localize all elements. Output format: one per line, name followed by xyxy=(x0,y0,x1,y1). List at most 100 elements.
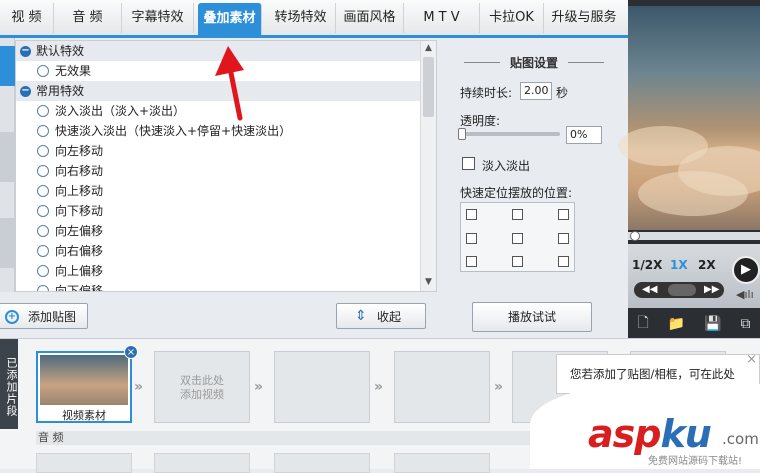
add-sticker-button[interactable]: + 添加贴图 xyxy=(0,303,88,329)
opacity-slider[interactable] xyxy=(458,128,560,140)
clip-slot[interactable] xyxy=(274,351,370,423)
effects-toolbar: + 添加贴图 ⇕ 收起 xyxy=(0,292,442,338)
radio-button[interactable] xyxy=(37,225,49,237)
preview-play-button[interactable]: 播放试试 xyxy=(472,302,592,332)
frame-nav-bar[interactable]: ◀◀ ▶▶ xyxy=(634,282,724,298)
clip-slot[interactable] xyxy=(394,351,490,423)
audio-slot[interactable] xyxy=(36,453,132,473)
save-icon[interactable]: 💾 xyxy=(704,316,721,332)
tab-subtitle-effects[interactable]: 字幕特效 xyxy=(122,2,194,33)
side-category-item[interactable] xyxy=(0,132,15,182)
effect-label: 淡入淡出（淡入+淡出） xyxy=(55,104,186,118)
volume-icon[interactable]: ◀ılı xyxy=(736,288,754,301)
side-category-strip[interactable] xyxy=(0,38,15,292)
side-category-active[interactable] xyxy=(0,46,15,86)
effect-option[interactable]: 向右偏移 xyxy=(16,241,436,261)
chevron-right-icon: » xyxy=(374,379,384,395)
tab-karaoke[interactable]: 卡拉OK xyxy=(480,2,544,33)
effect-label: 向下移动 xyxy=(55,204,104,218)
open-folder-icon[interactable]: 📁 xyxy=(668,316,685,332)
effects-scrollbar[interactable]: ▲ ▼ xyxy=(420,41,436,291)
effect-option[interactable]: 向上移动 xyxy=(16,181,436,201)
duration-label: 持续时长: xyxy=(460,86,513,100)
clip-video-material[interactable]: 视频素材 × xyxy=(36,345,138,423)
tab-mtv[interactable]: M T V xyxy=(404,2,480,33)
rewind-icon[interactable]: ◀◀ xyxy=(642,282,657,298)
play-icon[interactable]: ▶ xyxy=(732,256,760,284)
placeholder-text: 双击此处 添加视频 xyxy=(155,374,249,402)
seek-bar[interactable] xyxy=(628,231,760,241)
tab-transition-effects[interactable]: 转场特效 xyxy=(266,2,336,33)
watermark-brand-blue: ku xyxy=(660,412,711,456)
audio-slot[interactable] xyxy=(274,453,370,473)
effect-label: 快速淡入淡出（快速淡入+停留+快速淡出） xyxy=(55,124,292,138)
scroll-down-icon[interactable]: ▼ xyxy=(424,278,433,287)
radio-button[interactable] xyxy=(37,165,49,177)
position-center[interactable] xyxy=(512,233,523,244)
radio-button[interactable] xyxy=(37,145,49,157)
chevron-right-icon: » xyxy=(494,379,504,395)
scroll-up-icon[interactable]: ▲ xyxy=(424,44,433,53)
effect-option[interactable]: 向右移动 xyxy=(16,161,436,181)
placeholder-line-2: 添加视频 xyxy=(180,388,224,401)
scroll-thumb[interactable] xyxy=(423,57,434,117)
effect-option[interactable]: 快速淡入淡出（快速淡入+停留+快速淡出） xyxy=(16,121,436,141)
position-bottom-right[interactable] xyxy=(558,256,569,267)
tab-video[interactable]: 视 频 xyxy=(0,2,54,33)
speed-normal-button[interactable]: 1X xyxy=(670,258,688,272)
tab-picture-style[interactable]: 画面风格 xyxy=(336,2,404,33)
position-top-right[interactable] xyxy=(558,209,569,220)
watermark-suffix: .com xyxy=(722,430,759,448)
radio-button[interactable] xyxy=(37,65,49,77)
audio-slot[interactable] xyxy=(154,453,250,473)
new-project-icon[interactable]: 🗋 xyxy=(637,312,648,336)
group-default-effects[interactable]: − 默认特效 xyxy=(16,41,420,61)
tab-overlay-material[interactable]: 叠加素材 xyxy=(198,2,262,35)
side-category-item[interactable] xyxy=(0,218,15,268)
close-icon[interactable]: × xyxy=(746,353,757,367)
fade-checkbox[interactable] xyxy=(462,157,475,170)
effect-label: 向上偏移 xyxy=(55,264,104,278)
seek-handle[interactable] xyxy=(630,231,640,241)
radio-button[interactable] xyxy=(37,105,49,117)
group-common-effects[interactable]: − 常用特效 xyxy=(16,81,420,101)
effect-option[interactable]: 无效果 xyxy=(16,61,436,81)
duration-input[interactable]: 2.00 xyxy=(520,82,552,100)
collapse-button[interactable]: ⇕ 收起 xyxy=(336,303,426,329)
effect-option[interactable]: 淡入淡出（淡入+淡出） xyxy=(16,101,436,121)
speed-half-button[interactable]: 1/2X xyxy=(632,258,662,272)
opacity-slider-handle[interactable] xyxy=(458,128,466,140)
effect-option[interactable]: 向下偏移 xyxy=(16,281,436,291)
position-middle-right[interactable] xyxy=(558,233,569,244)
effect-option[interactable]: 向下移动 xyxy=(16,201,436,221)
tab-upgrade-service[interactable]: 升级与服务 xyxy=(544,3,624,33)
audio-slot[interactable] xyxy=(394,453,490,473)
chevron-right-icon: » xyxy=(134,379,144,395)
effect-option[interactable]: 向上偏移 xyxy=(16,261,436,281)
tab-audio[interactable]: 音 频 xyxy=(54,2,122,33)
player-toolbar: 🗋 📁 💾 ⧉ xyxy=(628,310,760,338)
radio-button[interactable] xyxy=(37,285,49,291)
clip-placeholder[interactable]: 双击此处 添加视频 xyxy=(154,351,250,423)
radio-button[interactable] xyxy=(37,125,49,137)
position-top-left[interactable] xyxy=(466,209,477,220)
position-middle-left[interactable] xyxy=(466,233,477,244)
jog-wheel[interactable] xyxy=(668,284,696,296)
radio-button[interactable] xyxy=(37,185,49,197)
effect-option[interactable]: 向左移动 xyxy=(16,141,436,161)
position-bottom-left[interactable] xyxy=(466,256,477,267)
remove-clip-icon[interactable]: × xyxy=(124,345,138,359)
position-top-center[interactable] xyxy=(512,209,523,220)
fade-label: 淡入淡出 xyxy=(482,159,531,173)
crop-icon[interactable]: ⧉ xyxy=(740,316,750,332)
collapse-icon[interactable]: − xyxy=(20,45,31,57)
opacity-input[interactable]: 0% xyxy=(566,126,602,144)
radio-button[interactable] xyxy=(37,265,49,277)
radio-button[interactable] xyxy=(37,245,49,257)
radio-button[interactable] xyxy=(37,205,49,217)
collapse-icon[interactable]: − xyxy=(20,85,31,97)
speed-double-button[interactable]: 2X xyxy=(698,258,716,272)
effect-option[interactable]: 向左偏移 xyxy=(16,221,436,241)
forward-icon[interactable]: ▶▶ xyxy=(704,282,719,298)
position-bottom-center[interactable] xyxy=(512,256,523,267)
